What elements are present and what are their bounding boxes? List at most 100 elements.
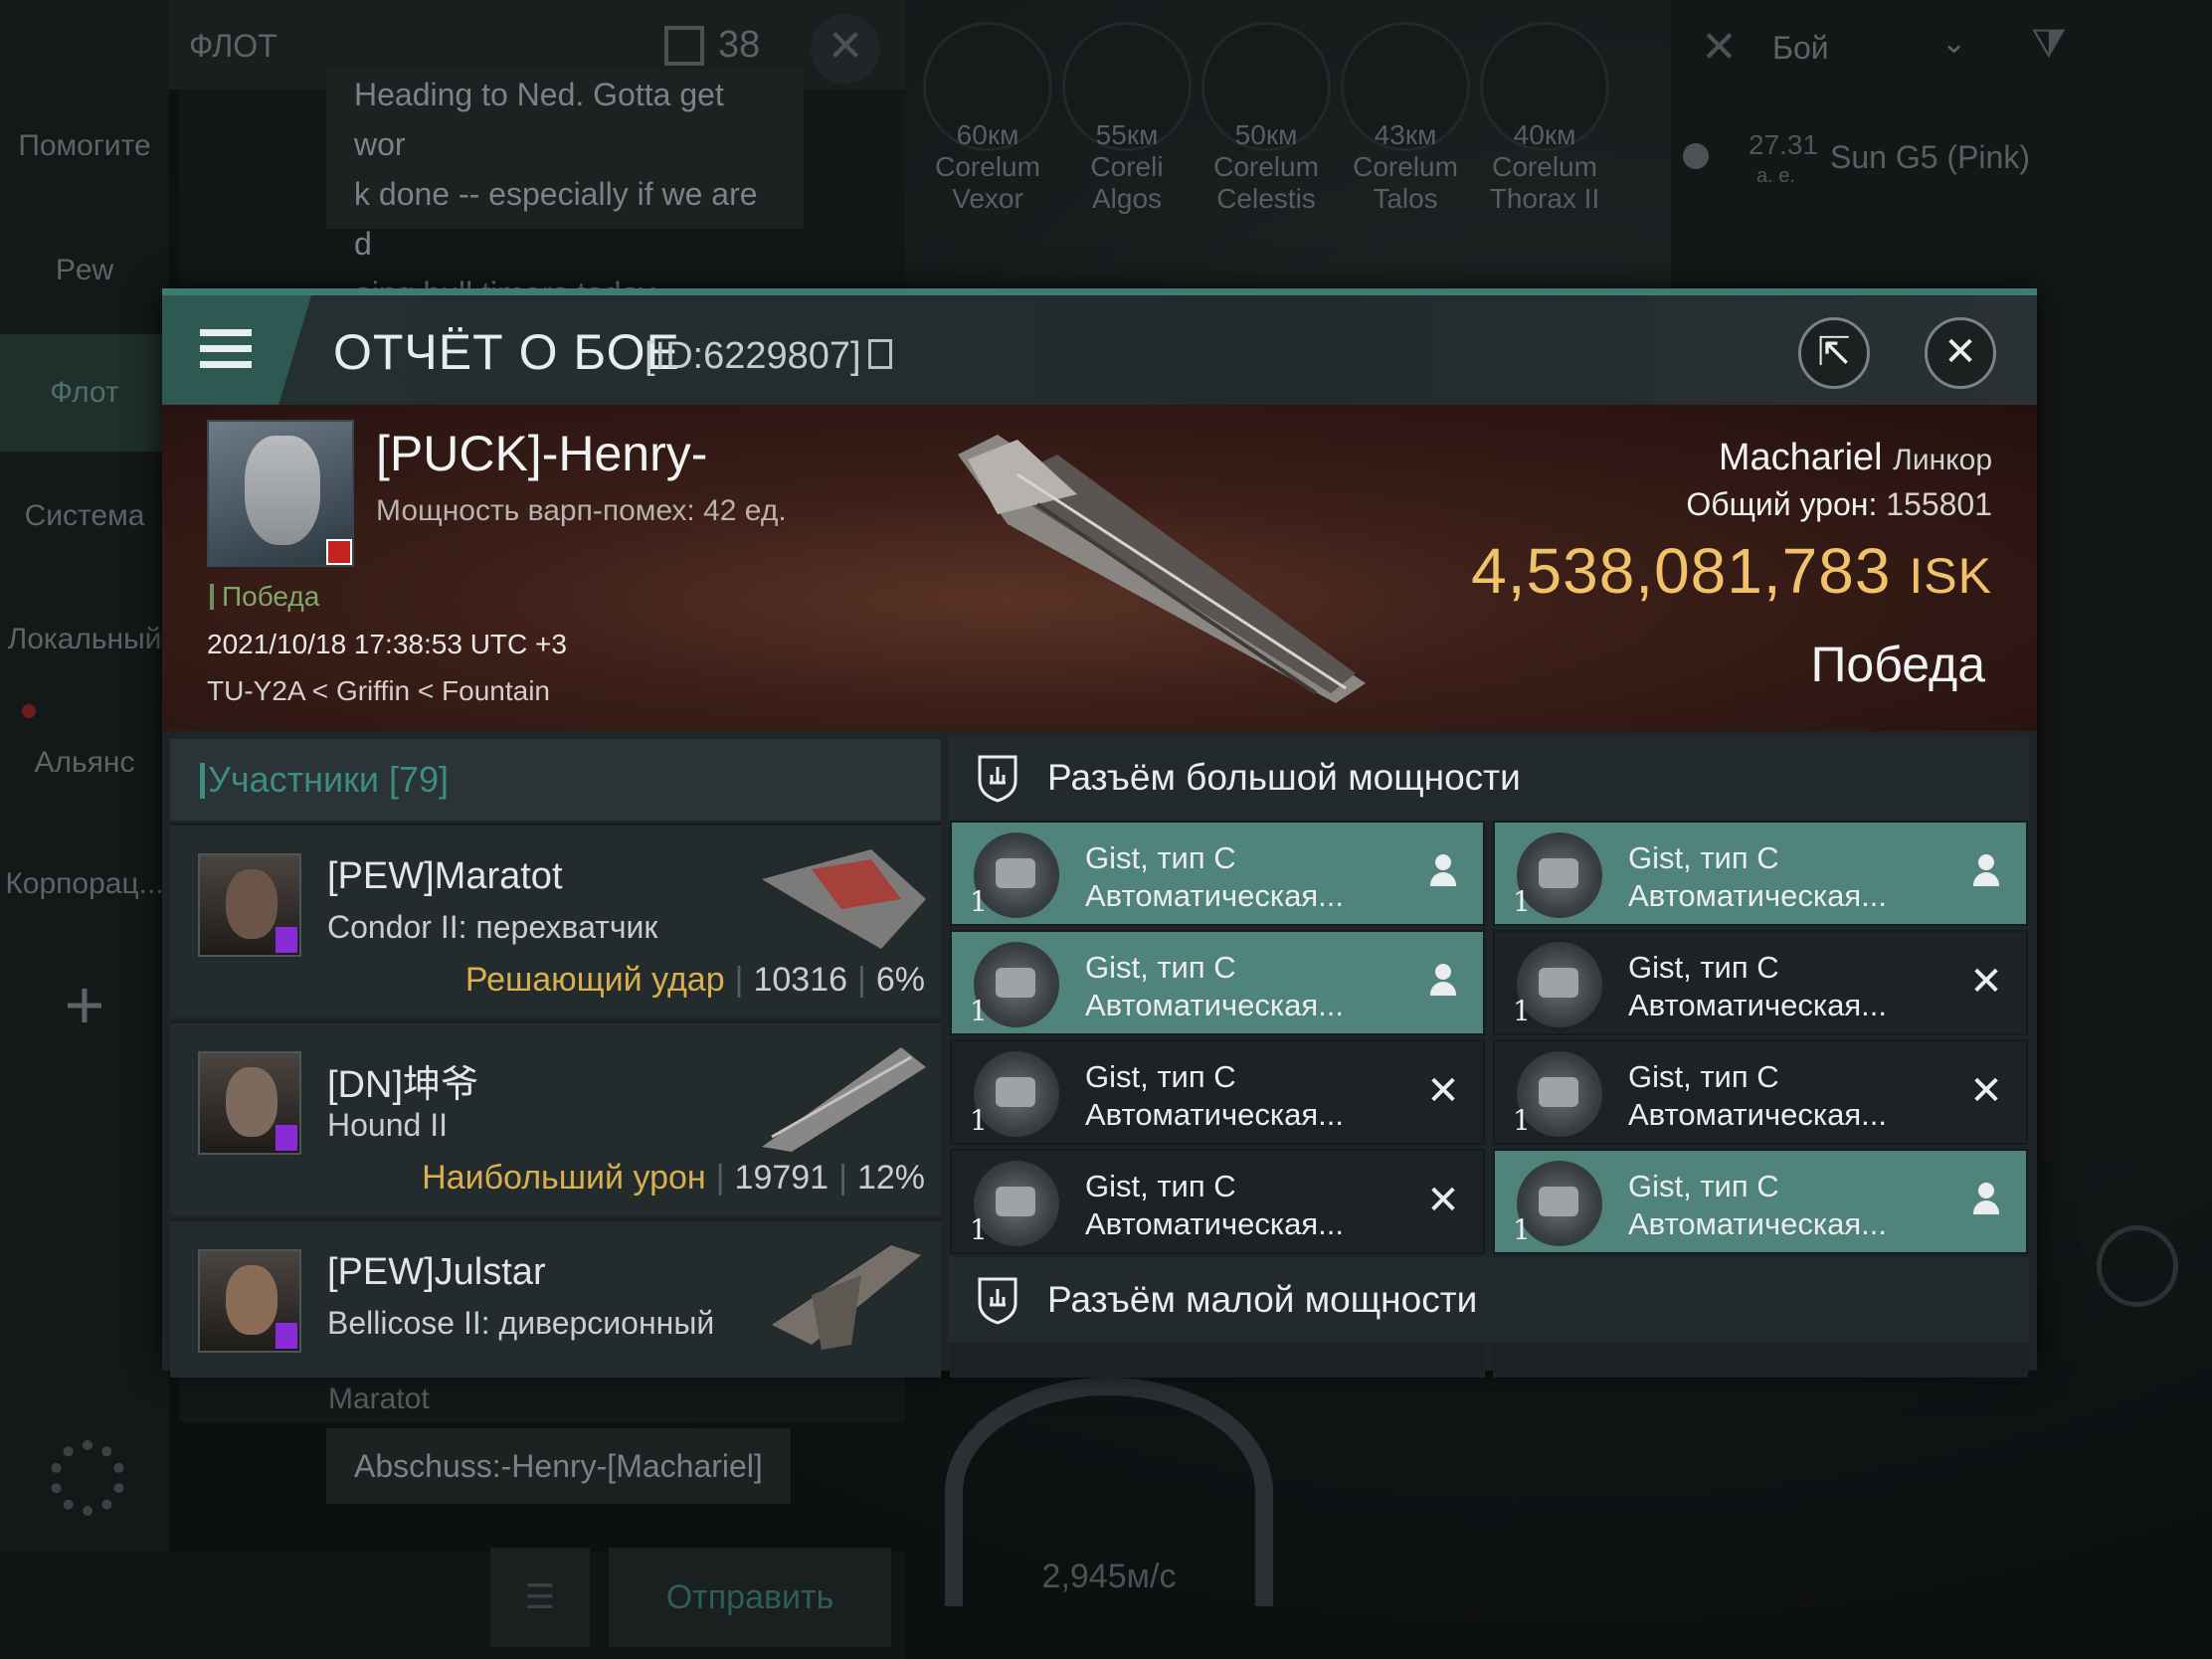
dropped-icon — [1425, 852, 1461, 892]
sidebar-item-fleet[interactable]: Флот — [0, 334, 169, 452]
close-fleet-button[interactable]: ✕ — [811, 14, 880, 84]
condor-ship-icon — [762, 849, 926, 949]
sidebar-item-alliance[interactable]: Альянс — [0, 746, 169, 780]
total-damage-value: 155801 — [1886, 486, 1992, 522]
standing-minus-icon — [326, 539, 352, 565]
participant-stats: Наибольший урон | 19791 | 12% — [422, 1159, 925, 1197]
overview-filter[interactable]: Бой — [1772, 30, 1829, 67]
module-type: Автоматическая... — [1628, 988, 1887, 1022]
switch-icon[interactable] — [2097, 1225, 2178, 1307]
participants-header[interactable]: Участники [79] — [170, 739, 941, 821]
top-damage-label: Наибольший урон — [422, 1159, 706, 1197]
settings-icon[interactable] — [50, 1440, 125, 1516]
total-damage: Общий урон: 155801 — [1686, 486, 1992, 523]
low-slot-partial[interactable] — [950, 1344, 1485, 1378]
module-name: Gist, тип C — [1085, 950, 1236, 985]
members-count: 38 — [718, 24, 761, 66]
module-type: Автоматическая... — [1628, 878, 1887, 913]
dropped-icon — [1968, 852, 2004, 892]
total-damage-label: Общий урон: — [1686, 486, 1878, 522]
participant-row[interactable]: [PEW]Maratot Condor II: перехватчик Реша… — [170, 823, 941, 1017]
isk-value: 4,538,081,783 ISK — [1471, 534, 1992, 608]
share-button[interactable]: ⇱ — [1798, 317, 1870, 389]
add-channel-icon[interactable]: + — [0, 965, 169, 1044]
participant-name: [PEW]Maratot — [327, 855, 563, 897]
chevron-down-icon[interactable]: ⌄ — [1941, 26, 1966, 61]
module-type: Автоматическая... — [1085, 1097, 1344, 1132]
menu-button[interactable] — [162, 295, 311, 405]
high-slot-module[interactable]: 1 Gist, тип C Автоматическая... — [1493, 821, 2028, 926]
high-slots-title: Разъём большой мощности — [1047, 757, 1521, 798]
dropped-icon — [1968, 1181, 2004, 1220]
module-name: Gist, тип C — [1085, 1169, 1236, 1203]
low-slots-title: Разъём малой мощности — [1047, 1279, 1478, 1320]
avatar[interactable] — [198, 1051, 301, 1155]
high-slot-module[interactable]: 1 Gist, тип C Автоматическая... — [950, 930, 1485, 1035]
unread-dot — [22, 704, 36, 718]
kill-location[interactable]: TU-Y2A < Griffin < Fountain — [207, 675, 550, 707]
low-slots-header: Разъём малой мощности — [948, 1257, 2029, 1343]
result-tag: Победа — [210, 583, 319, 611]
bellicose-ship-icon — [772, 1245, 921, 1350]
chat-menu-button[interactable]: ☰ — [490, 1548, 590, 1647]
victim-name[interactable]: [PUCK]-Henry- — [376, 425, 707, 482]
fleet-title: ФЛОТ — [189, 28, 277, 64]
module-quantity: 1 — [970, 995, 988, 1027]
high-slot-module[interactable]: 1 Gist, тип C Автоматическая... ✕ — [950, 1149, 1485, 1254]
result-label: Победа — [1810, 637, 1985, 692]
sidebar-item-corp[interactable]: Корпорац... — [0, 867, 169, 901]
external-link-icon: ⇱ — [1817, 330, 1851, 374]
high-slot-module[interactable]: 1 Gist, тип C Автоматическая... ✕ — [950, 1039, 1485, 1145]
sidebar-item-system[interactable]: Система — [0, 499, 169, 533]
damage-value: 10316 — [753, 961, 848, 999]
isk-amount: 4,538,081,783 — [1471, 535, 1892, 607]
copy-icon[interactable] — [868, 339, 892, 369]
modal-header: ОТЧЁТ О БОЕ [ID:6229807] ⇱ ✕ — [162, 295, 2037, 405]
target-label: 50км Corelum Celestis — [1213, 119, 1319, 214]
corp-badge-icon — [276, 927, 297, 953]
victim-portrait[interactable] — [207, 420, 354, 567]
module-type: Автоматическая... — [1085, 1206, 1344, 1241]
module-quantity: 1 — [1513, 885, 1531, 918]
speed-readout: 2,945м/с — [1041, 1558, 1177, 1595]
module-type: Автоматическая... — [1628, 1206, 1887, 1241]
avatar[interactable] — [198, 853, 301, 957]
ship-name[interactable]: Machariel — [1719, 437, 1883, 478]
module-name: Gist, тип C — [1628, 840, 1779, 875]
module-name: Gist, тип C — [1085, 840, 1236, 875]
module-quantity: 1 — [970, 1104, 988, 1137]
low-slot-icon — [978, 1277, 1017, 1325]
report-title: ОТЧЁТ О БОЕ — [333, 324, 680, 380]
filter-icon[interactable]: ⧩ — [2031, 22, 2067, 67]
participant-row[interactable]: [PEW]Julstar Bellicose II: диверсионный — [170, 1218, 941, 1378]
module-quantity: 1 — [970, 1213, 988, 1246]
send-button[interactable]: Отправить — [609, 1548, 891, 1647]
high-slot-module[interactable]: 1 Gist, тип C Автоматическая... — [950, 821, 1485, 926]
participant-row[interactable]: [DN]坤爷 Hound II Наибольший урон | 19791 | 12… — [170, 1020, 941, 1215]
high-slot-module[interactable]: 1 Gist, тип C Автоматическая... ✕ — [1493, 1039, 2028, 1145]
sidebar-item-local[interactable]: Локальный — [0, 623, 169, 656]
avatar[interactable] — [198, 1249, 301, 1353]
module-type: Автоматическая... — [1085, 878, 1344, 913]
damage-percent: 6% — [875, 961, 925, 999]
celestial-distance: 27.31 — [1749, 129, 1819, 160]
machariel-ship-image — [958, 435, 1366, 703]
ship-title: Machariel Линкор — [1719, 437, 1992, 479]
sidebar-item-pew[interactable]: Pew — [0, 254, 169, 287]
module-name: Gist, тип C — [1628, 1169, 1779, 1203]
sun-icon — [1683, 143, 1709, 169]
dropped-icon — [1425, 962, 1461, 1002]
sidebar-item-help[interactable]: Помогите — [0, 129, 169, 163]
high-slot-module[interactable]: 1 Gist, тип C Автоматическая... ✕ — [1493, 930, 2028, 1035]
celestial-name[interactable]: Sun G5 (Pink) — [1830, 139, 2030, 176]
low-slot-partial[interactable] — [1493, 1344, 2028, 1378]
high-slot-module[interactable]: 1 Gist, тип C Автоматическая... — [1493, 1149, 2028, 1254]
participant-stats: Решающий удар | 10316 | 6% — [464, 961, 925, 999]
destroyed-icon: ✕ — [1426, 1069, 1460, 1113]
report-id: [ID:6229807] — [645, 335, 861, 377]
close-button[interactable]: ✕ — [1925, 317, 1996, 389]
module-quantity: 1 — [1513, 1213, 1531, 1246]
hound-ship-icon — [762, 1047, 926, 1152]
destroyed-icon: ✕ — [1426, 1179, 1460, 1222]
chat-author: Maratot — [328, 1382, 430, 1415]
